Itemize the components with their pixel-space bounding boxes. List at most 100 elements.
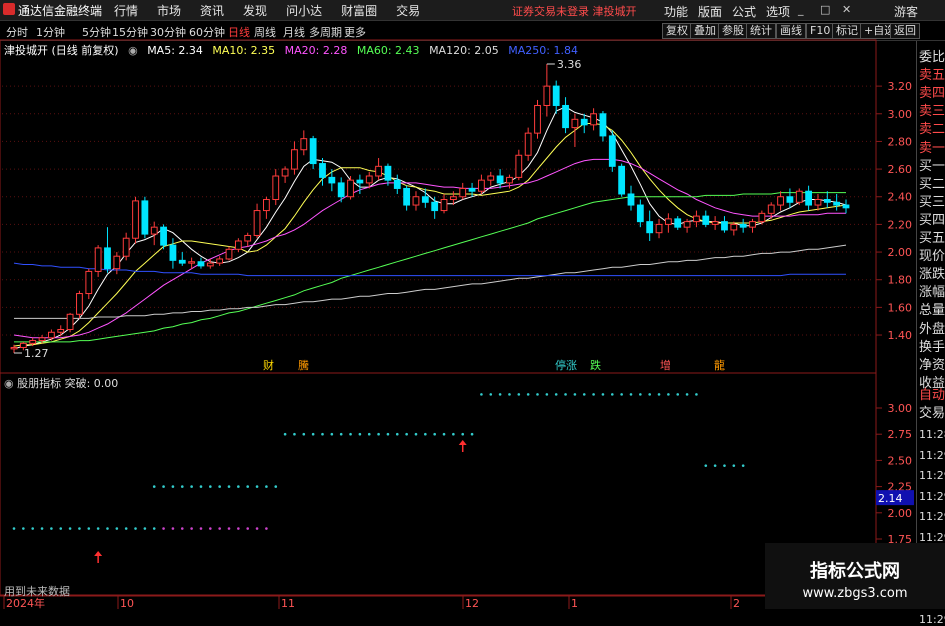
ma5-label: MA5: 2.34 [147, 44, 203, 57]
sidebar-item-13[interactable]: 涨幅 [919, 281, 945, 300]
price-tick-label: 2.60 [888, 163, 913, 176]
indicator-label[interactable]: 股朋指标 [17, 377, 61, 390]
sidebar-item-11[interactable]: 现价 [919, 245, 945, 264]
indicator-dot [180, 485, 184, 488]
candle-body [319, 163, 326, 178]
main-info-bar: 津投城开 (日线 前复权) ◉ MA5: 2.34 MA10: 2.35 MA2… [4, 42, 584, 57]
sidebar-item-2[interactable]: 卖四 [919, 82, 945, 101]
candle-body [403, 187, 411, 206]
candle-body [721, 221, 728, 231]
indicator-toggle-icon[interactable]: ◉ [4, 377, 14, 390]
candle-body [178, 259, 186, 264]
sidebar-item-0[interactable]: 委比 [919, 46, 945, 65]
ma60-label: MA60: 2.43 [356, 44, 420, 57]
indicator-dot [424, 432, 427, 436]
indicator-dot [433, 432, 436, 436]
indicator-value: 突破: 0.00 [64, 377, 119, 390]
sidebar-item-10[interactable]: 买五 [919, 227, 945, 246]
watermark-title: 指标公式网 [810, 561, 900, 582]
price-tick-label: 2.20 [888, 218, 913, 231]
indicator-dot [461, 432, 465, 436]
indicator-dot [648, 393, 651, 396]
candle-body [375, 165, 382, 177]
indicator-dot [106, 527, 109, 530]
indicator-dot [143, 527, 147, 530]
sidebar-item-12[interactable]: 涨跌 [919, 263, 945, 282]
candle-body [66, 313, 74, 330]
sidebar-item-17[interactable]: 净资 [919, 354, 945, 373]
sidebar-item-6[interactable]: 买一 [919, 155, 945, 174]
sub-tick-label: 2.00 [888, 507, 913, 520]
candle-body [421, 196, 429, 203]
indicator-dot [311, 432, 315, 436]
sub-tick-label: 2.75 [888, 428, 913, 441]
candle-body [468, 187, 476, 192]
indicator-dot [265, 485, 268, 488]
stock-label[interactable]: 津投城开 (日线 前复权) [4, 44, 119, 57]
indicator-dot [227, 527, 231, 530]
sidebar-item-15[interactable]: 外盘 [919, 318, 945, 337]
indicator-dot [162, 485, 165, 488]
indicator-dot [199, 527, 203, 530]
candle-body [85, 270, 93, 295]
ma-toggle-icon[interactable]: ◉ [128, 44, 138, 57]
ma20-label: MA20: 2.28 [284, 44, 348, 57]
indicator-dot [395, 432, 399, 436]
candle-body [393, 179, 401, 189]
ma10-label: MA10: 2.35 [212, 44, 276, 57]
sidebar-item-3[interactable]: 卖三 [919, 100, 945, 119]
sidebar-item-16[interactable]: 换手 [919, 336, 945, 355]
candle-body [823, 199, 831, 203]
indicator-dot [265, 527, 268, 530]
sidebar-item-14[interactable]: 总量 [919, 299, 945, 318]
sidebar-sub-item-1[interactable]: 交易 [919, 402, 945, 421]
indicator-dot [732, 464, 736, 467]
candle-body [197, 261, 205, 267]
candle-body [253, 210, 261, 236]
watermark-url: www.zbgs3.com [802, 586, 908, 601]
indicator-dot [40, 527, 44, 530]
indicator-dot [246, 527, 250, 530]
sidebar-item-5[interactable]: 卖一 [919, 137, 945, 156]
future-data-hint: 用到未来数据 [4, 585, 70, 598]
current-value-text: 2.14 [878, 492, 903, 505]
indicator-dot [190, 485, 193, 488]
sidebar-item-4[interactable]: 卖二 [919, 118, 945, 137]
indicator-dot [554, 393, 558, 396]
indicator-dot [255, 527, 259, 530]
candle-body [188, 261, 196, 264]
indicator-dot [564, 393, 567, 396]
event-marker: 增 [660, 358, 671, 372]
sidebar-item-7[interactable]: 买二 [919, 173, 945, 192]
sidebar-sub-item-0[interactable]: 自动 [919, 384, 945, 403]
sidebar-item-1[interactable]: 卖五 [919, 64, 945, 83]
candle-body [618, 165, 626, 195]
indicator-dot [218, 527, 221, 530]
candle-body [113, 255, 121, 270]
date-label: 2 [733, 597, 740, 609]
indicator-dot [676, 393, 680, 396]
candle-body [291, 149, 298, 170]
indicator-dot [124, 527, 128, 530]
indicator-dot [367, 432, 371, 436]
indicator-dot [115, 527, 119, 530]
indicator-dot [218, 485, 221, 488]
candle-body [216, 258, 224, 264]
sidebar-item-8[interactable]: 买三 [919, 191, 945, 210]
indicator-dot [22, 527, 25, 530]
sidebar-item-9[interactable]: 买四 [919, 209, 945, 228]
indicator-dot [162, 527, 165, 530]
candle-body [160, 226, 167, 246]
candle-body [384, 165, 392, 181]
chart-canvas[interactable]: 3.20 3.00 2.80 2.60 2.40 2.20 2.00 1.80 1.60 1.40… [0, 0, 916, 609]
indicator-dot [302, 432, 306, 436]
indicator-dot [741, 464, 745, 467]
price-tick-label: 1.40 [888, 329, 913, 342]
candle-body [655, 223, 663, 234]
indicator-dot [12, 527, 16, 530]
indicator-dot [713, 464, 717, 467]
candle-body [749, 221, 756, 228]
sub-tick-label: 2.50 [888, 454, 913, 467]
sub-panel-frame [0, 372, 877, 596]
indicator-dot [601, 393, 605, 396]
